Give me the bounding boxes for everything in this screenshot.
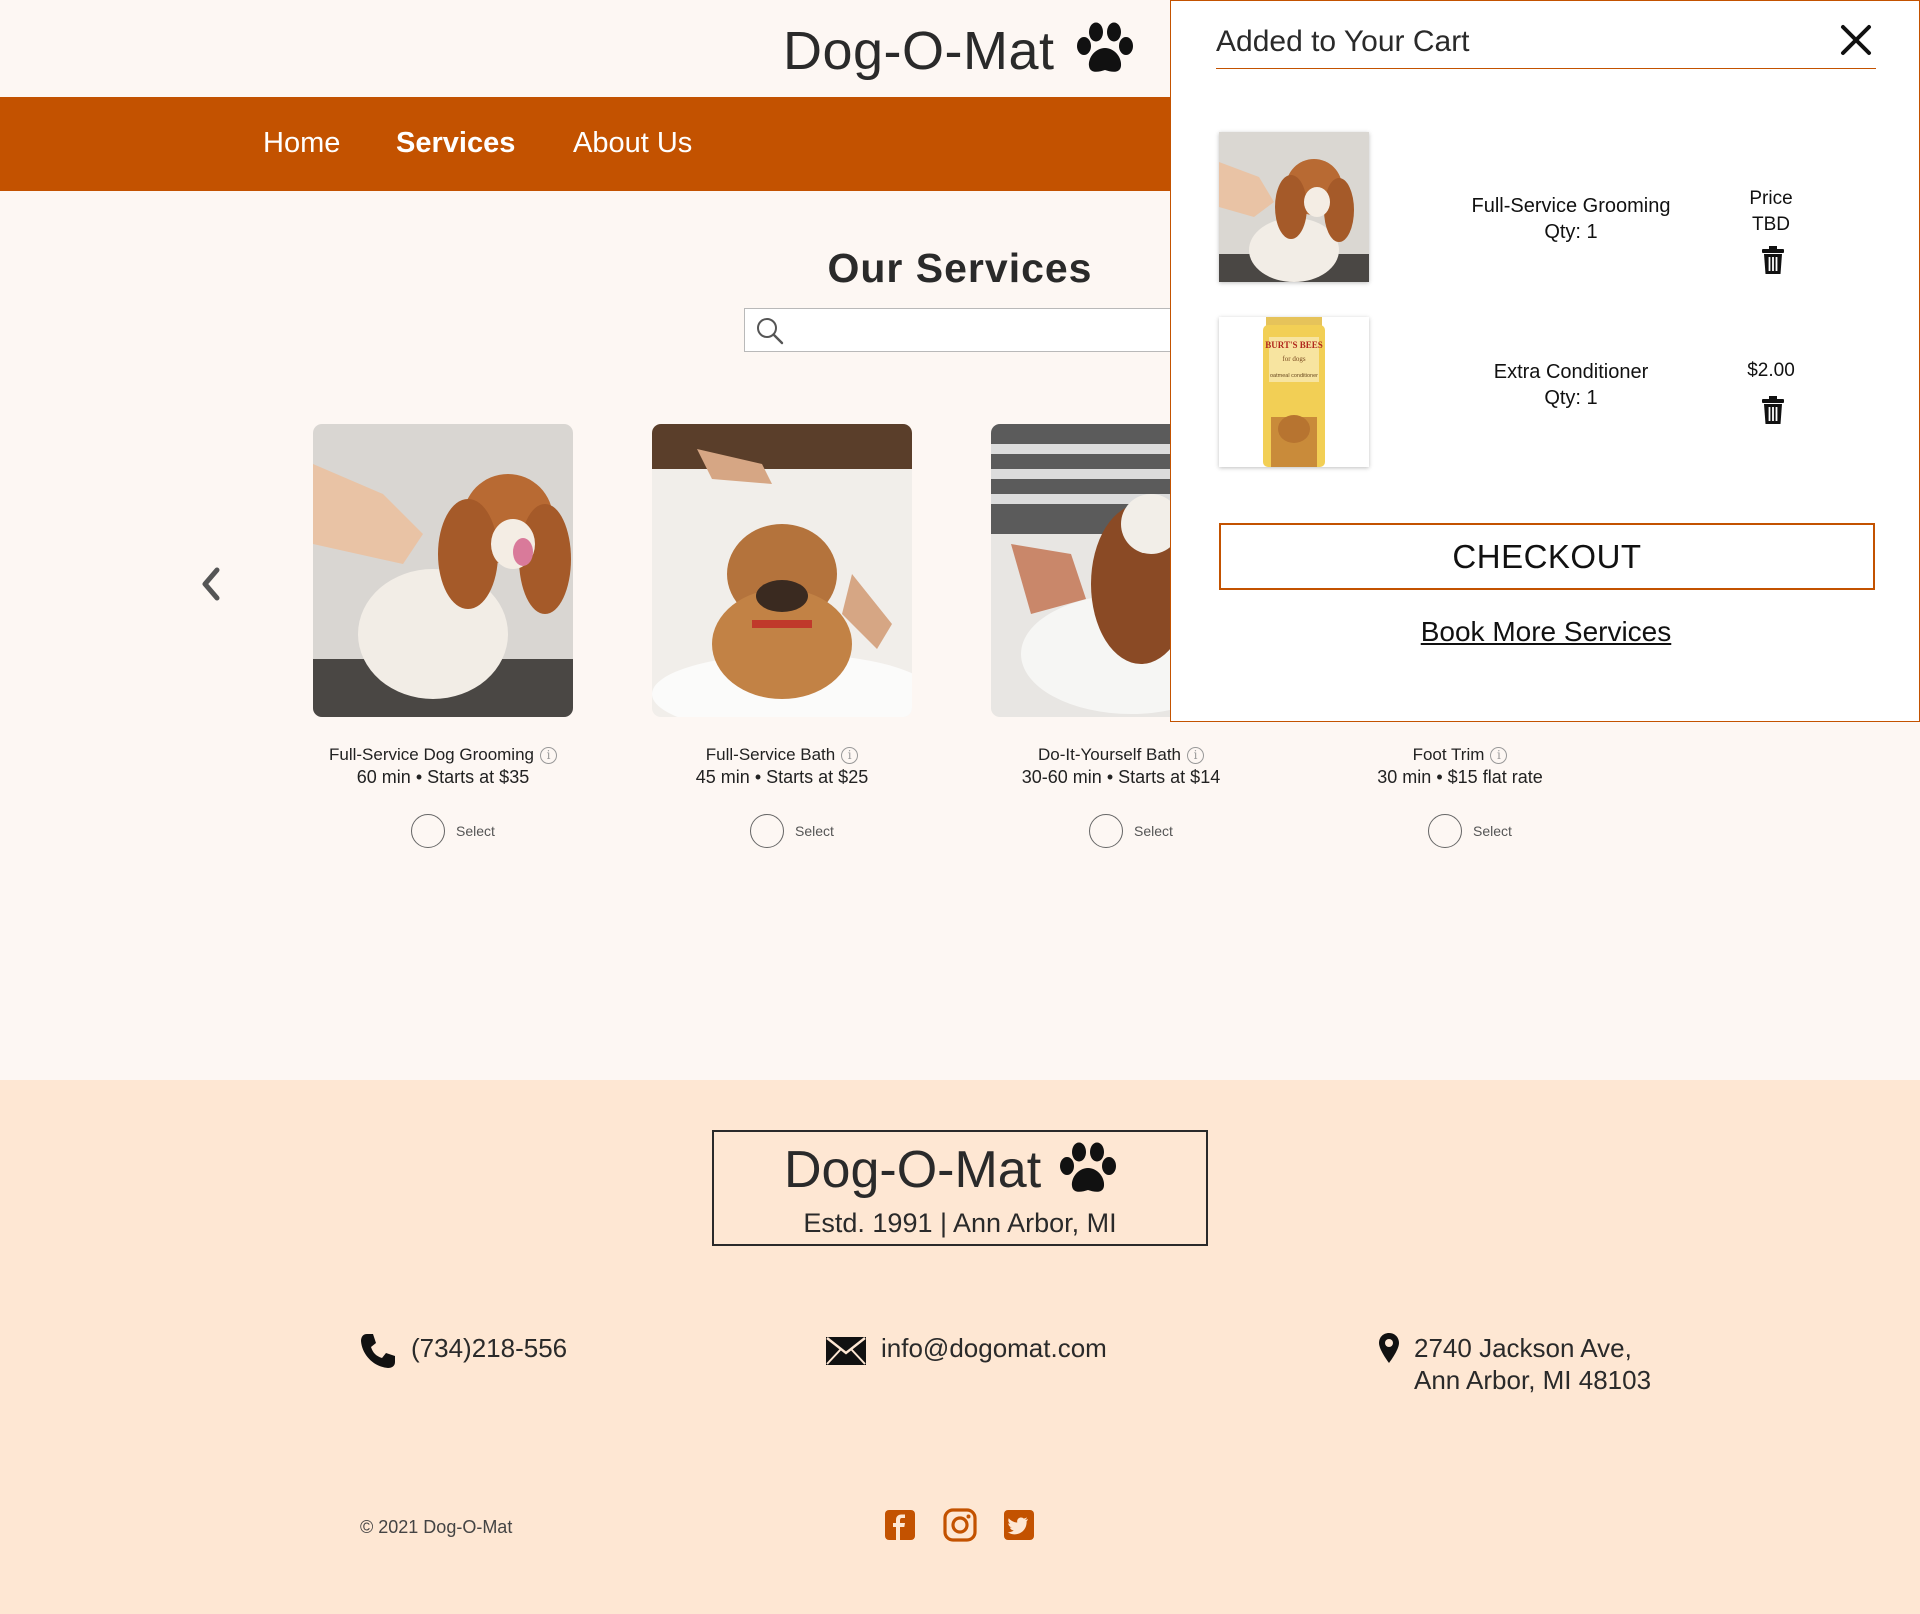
select-service-option[interactable]: Select — [411, 814, 495, 848]
service-info: Foot Trim i 30 min • $15 flat rate — [1290, 745, 1630, 788]
conditioner-brand: BURT'S BEES — [1265, 340, 1322, 350]
chevron-left-icon[interactable] — [196, 564, 226, 609]
book-more-services-link[interactable]: Book More Services — [1171, 616, 1920, 648]
info-icon[interactable]: i — [1490, 746, 1508, 764]
service-info: Full-Service Bath i 45 min • Starts at $2… — [612, 745, 952, 788]
footer-logo-text: Dog-O-Mat — [784, 1141, 1042, 1199]
cart-item-price: $2.00 — [1711, 358, 1831, 384]
envelope-icon — [825, 1332, 867, 1373]
service-meta: 45 min • Starts at $25 — [695, 767, 869, 787]
select-service-option[interactable]: Select — [1089, 814, 1173, 848]
cart-item-image-grooming — [1219, 132, 1369, 282]
info-icon[interactable]: i — [841, 746, 859, 764]
paw-icon — [1075, 22, 1135, 81]
nav-services[interactable]: Services — [396, 127, 515, 160]
site-logo[interactable]: Dog-O-Mat — [783, 20, 1135, 82]
select-radio[interactable] — [750, 814, 784, 848]
service-card: Full-Service Bath i 45 min • Starts at $2… — [652, 424, 912, 848]
service-meta: 30 min • $15 flat rate — [1377, 767, 1543, 787]
trash-icon[interactable] — [1762, 396, 1784, 429]
select-radio[interactable] — [1089, 814, 1123, 848]
site-footer: Dog-O-Mat Estd. 1991 | Ann Arbor, MI (73… — [0, 1080, 1920, 1614]
conditioner-line: for dogs — [1282, 355, 1305, 363]
trash-icon[interactable] — [1762, 246, 1784, 279]
select-label: Select — [1473, 823, 1512, 839]
info-icon[interactable]: i — [540, 746, 557, 764]
cart-title-divider — [1216, 68, 1876, 69]
conditioner-product: oatmeal conditioner — [1270, 373, 1318, 379]
checkout-button[interactable]: CHECKOUT — [1219, 523, 1875, 590]
contact-address[interactable]: 2740 Jackson Ave, Ann Arbor, MI 48103 — [1378, 1332, 1651, 1396]
address-line-2: Ann Arbor, MI 48103 — [1414, 1365, 1652, 1395]
search-box — [744, 308, 1184, 352]
select-service-option[interactable]: Select — [750, 814, 834, 848]
cart-title: Added to Your Cart — [1216, 25, 1470, 58]
logo-text: Dog-O-Mat — [783, 21, 1055, 81]
price-label: Price — [1749, 188, 1793, 209]
nav-home[interactable]: Home — [263, 127, 340, 160]
contact-phone[interactable]: (734)218-556 — [359, 1332, 567, 1377]
service-info: Full-Service Dog Grooming i 60 min • Star… — [273, 745, 613, 788]
service-card: Full-Service Dog Grooming i 60 min • Star… — [313, 424, 573, 848]
search-icon[interactable] — [755, 316, 785, 351]
cart-drawer: Added to Your Cart Full-Service Grooming… — [1170, 0, 1920, 722]
phone-icon — [359, 1332, 397, 1377]
service-name: Full-Service Bath i — [706, 745, 859, 765]
address-line-1: 2740 Jackson Ave, — [1414, 1333, 1632, 1363]
search-input[interactable] — [791, 309, 1171, 351]
cart-item-name: Extra Conditioner — [1493, 361, 1649, 383]
select-service-option[interactable]: Select — [1428, 814, 1512, 848]
phone-number: (734)218-556 — [411, 1333, 568, 1363]
service-photo-grooming[interactable] — [313, 424, 573, 717]
cart-item-name: Full-Service Grooming — [1471, 195, 1671, 217]
select-label: Select — [1134, 823, 1173, 839]
select-label: Select — [795, 823, 834, 839]
service-name: Do-It-Yourself Bath i — [1038, 745, 1204, 765]
contact-email[interactable]: info@dogomat.com — [825, 1332, 1107, 1373]
service-info: Do-It-Yourself Bath i 30-60 min • Starts … — [951, 745, 1291, 788]
instagram-icon[interactable] — [943, 1508, 977, 1547]
paw-icon — [1058, 1142, 1118, 1201]
cart-item-qty: Qty: 1 — [1544, 221, 1598, 243]
cart-item-qty: Qty: 1 — [1544, 387, 1598, 409]
footer-logo-badge: Dog-O-Mat Estd. 1991 | Ann Arbor, MI — [712, 1130, 1208, 1246]
location-pin-icon — [1378, 1332, 1400, 1371]
address-text: 2740 Jackson Ave, Ann Arbor, MI 48103 — [1414, 1332, 1651, 1396]
select-radio[interactable] — [1428, 814, 1462, 848]
cart-item-price: Price TBD — [1711, 186, 1831, 238]
close-icon[interactable] — [1839, 23, 1873, 62]
price-value: TBD — [1752, 214, 1790, 235]
service-meta: 30-60 min • Starts at $14 — [1021, 767, 1221, 787]
nav-about-us[interactable]: About Us — [573, 127, 692, 160]
service-name: Foot Trim i — [1413, 745, 1508, 765]
service-name: Full-Service Dog Grooming i — [329, 745, 557, 765]
select-radio[interactable] — [411, 814, 445, 848]
cart-item-info: Extra Conditioner Qty: 1 — [1411, 359, 1731, 411]
twitter-icon[interactable] — [1003, 1508, 1035, 1547]
facebook-icon[interactable] — [884, 1508, 916, 1547]
cart-item-image-conditioner: BURT'S BEES for dogs oatmeal conditioner — [1219, 317, 1369, 467]
copyright-text: © 2021 Dog-O-Mat — [360, 1517, 513, 1537]
email-address: info@dogomat.com — [881, 1333, 1107, 1363]
info-icon[interactable]: i — [1187, 746, 1204, 764]
price-value: $2.00 — [1747, 360, 1795, 381]
service-meta: 60 min • Starts at $35 — [356, 767, 530, 787]
footer-established: Estd. 1991 | Ann Arbor, MI — [803, 1208, 1117, 1238]
cart-item-info: Full-Service Grooming Qty: 1 — [1411, 193, 1731, 245]
select-label: Select — [456, 823, 495, 839]
service-photo-bath[interactable] — [652, 424, 912, 717]
